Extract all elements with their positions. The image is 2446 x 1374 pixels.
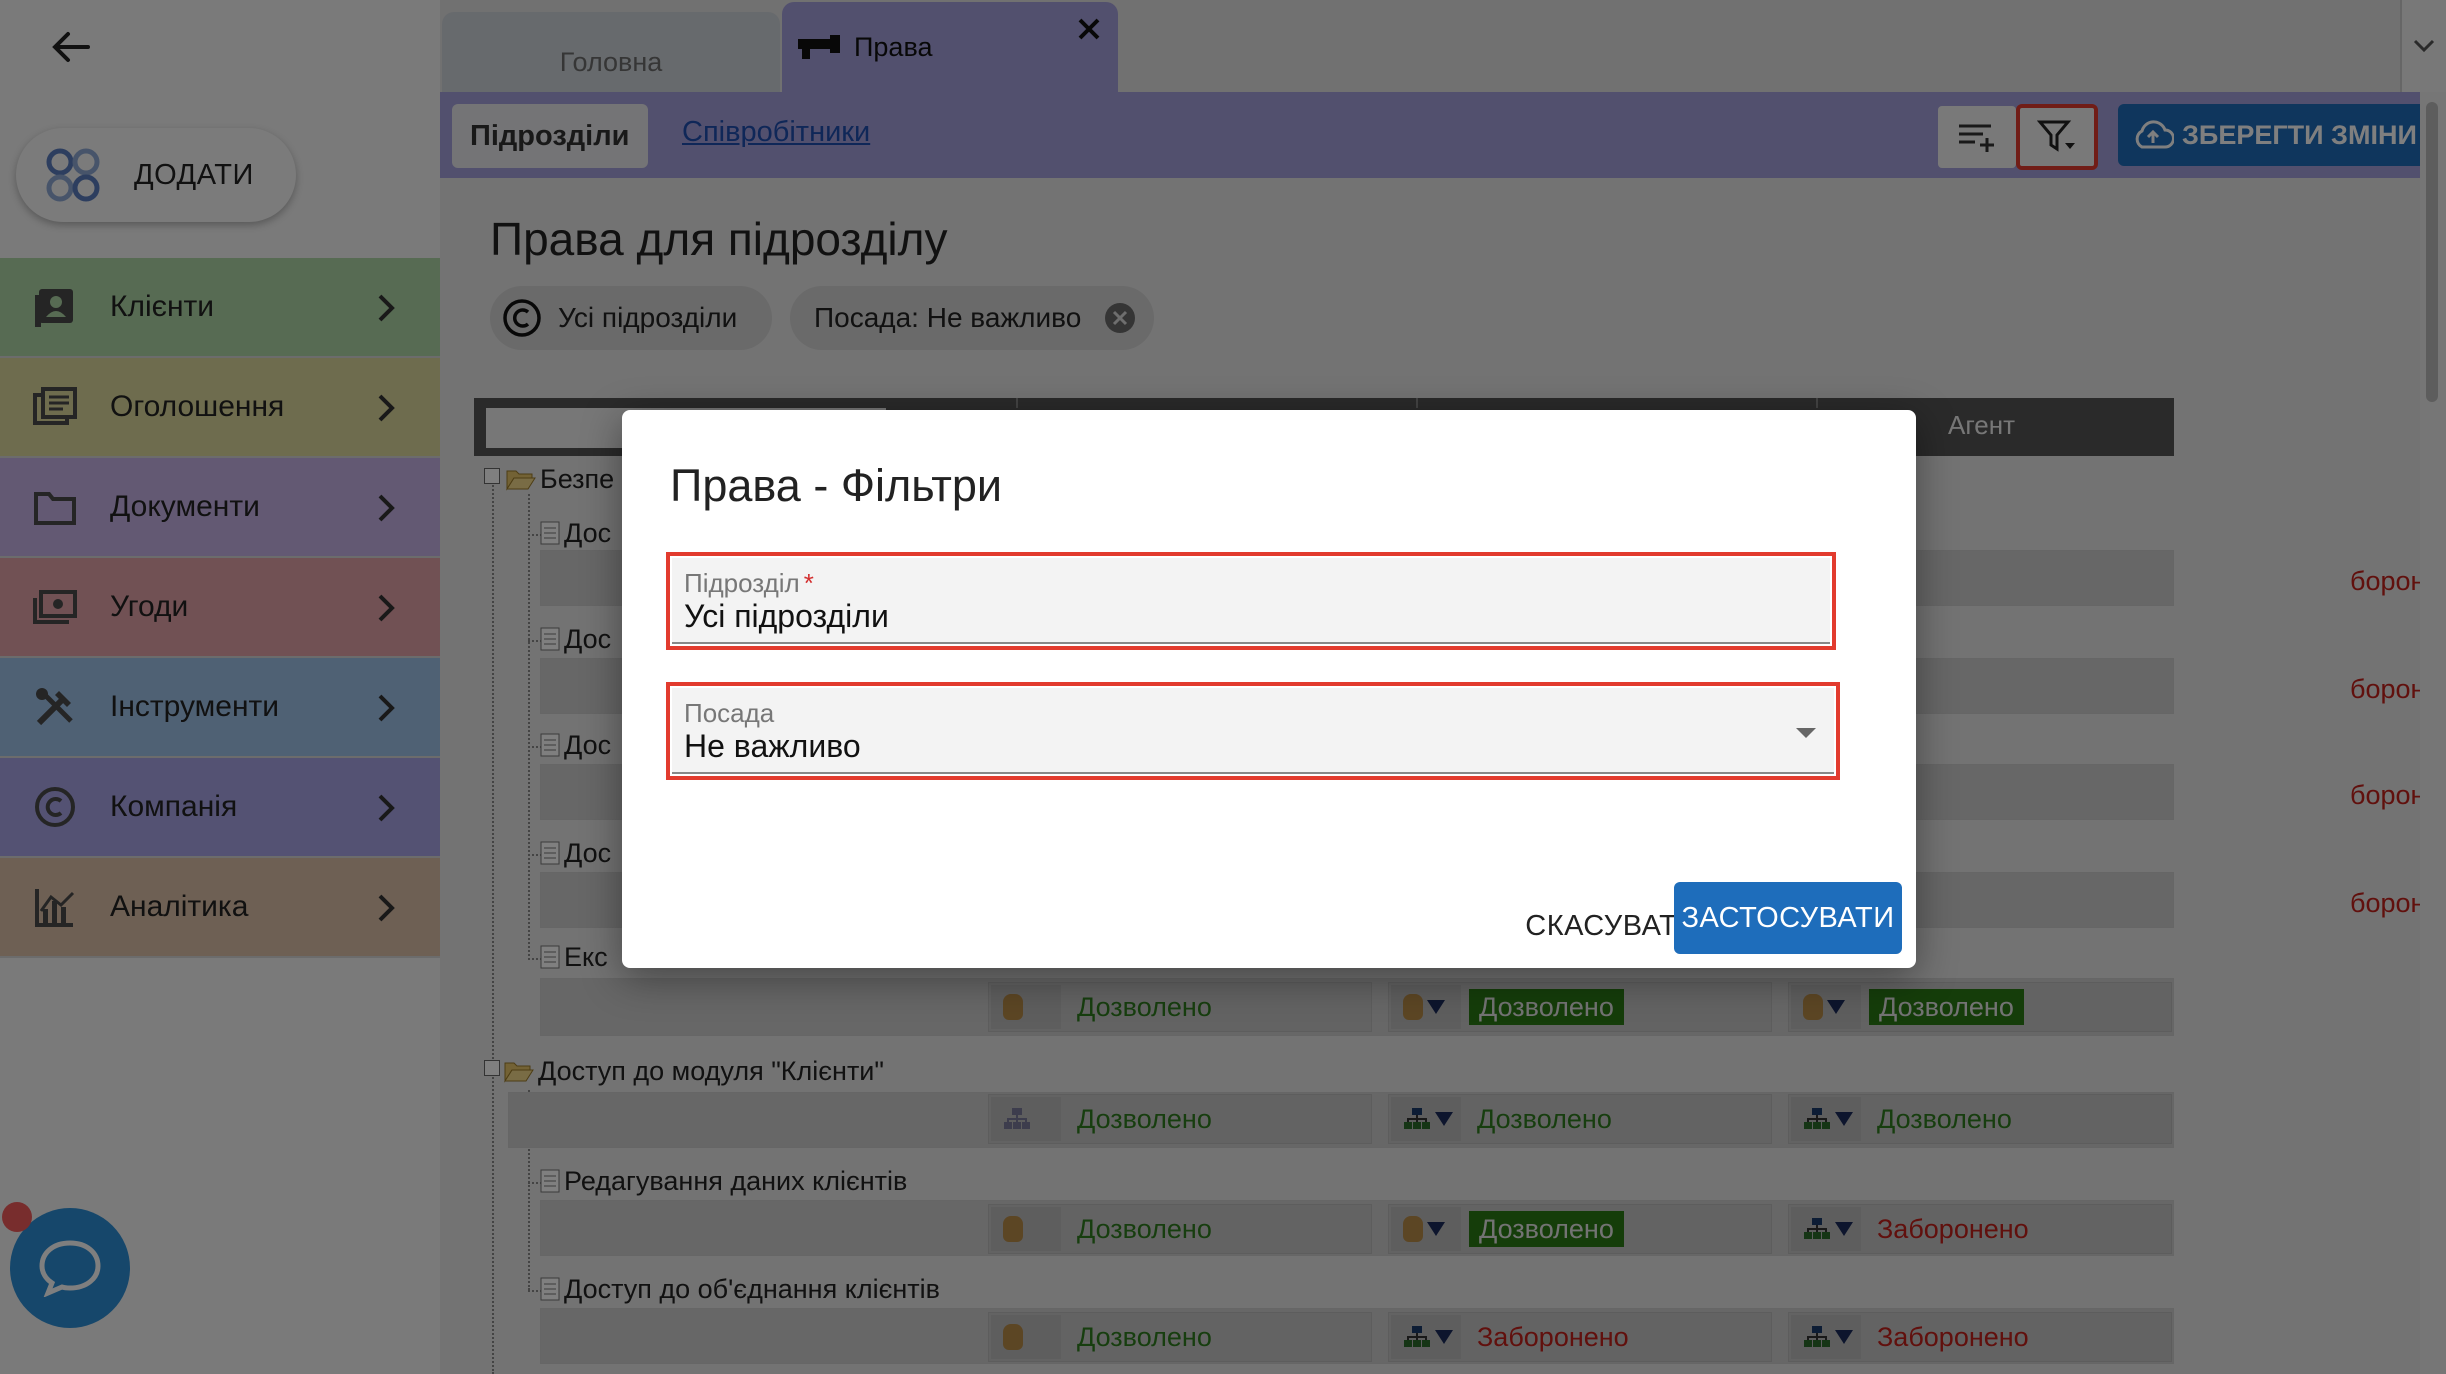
apply-button[interactable]: ЗАСТОСУВАТИ	[1674, 882, 1902, 954]
position-field-value: Не важливо	[684, 728, 861, 764]
dialog-title: Права - Фільтри	[670, 460, 1002, 511]
dropdown-arrow-icon[interactable]	[1796, 728, 1816, 738]
unit-field-label: Підрозділ *	[684, 568, 814, 598]
filters-dialog: Права - Фільтри Підрозділ * Усі підрозділ…	[622, 410, 1916, 968]
unit-field-value: Усі підрозділи	[684, 598, 889, 634]
position-select[interactable]: Посада Не важливо	[666, 682, 1840, 780]
position-field-label: Посада	[684, 698, 775, 728]
unit-field[interactable]: Підрозділ * Усі підрозділи	[666, 552, 1836, 650]
required-marker: *	[803, 568, 814, 598]
